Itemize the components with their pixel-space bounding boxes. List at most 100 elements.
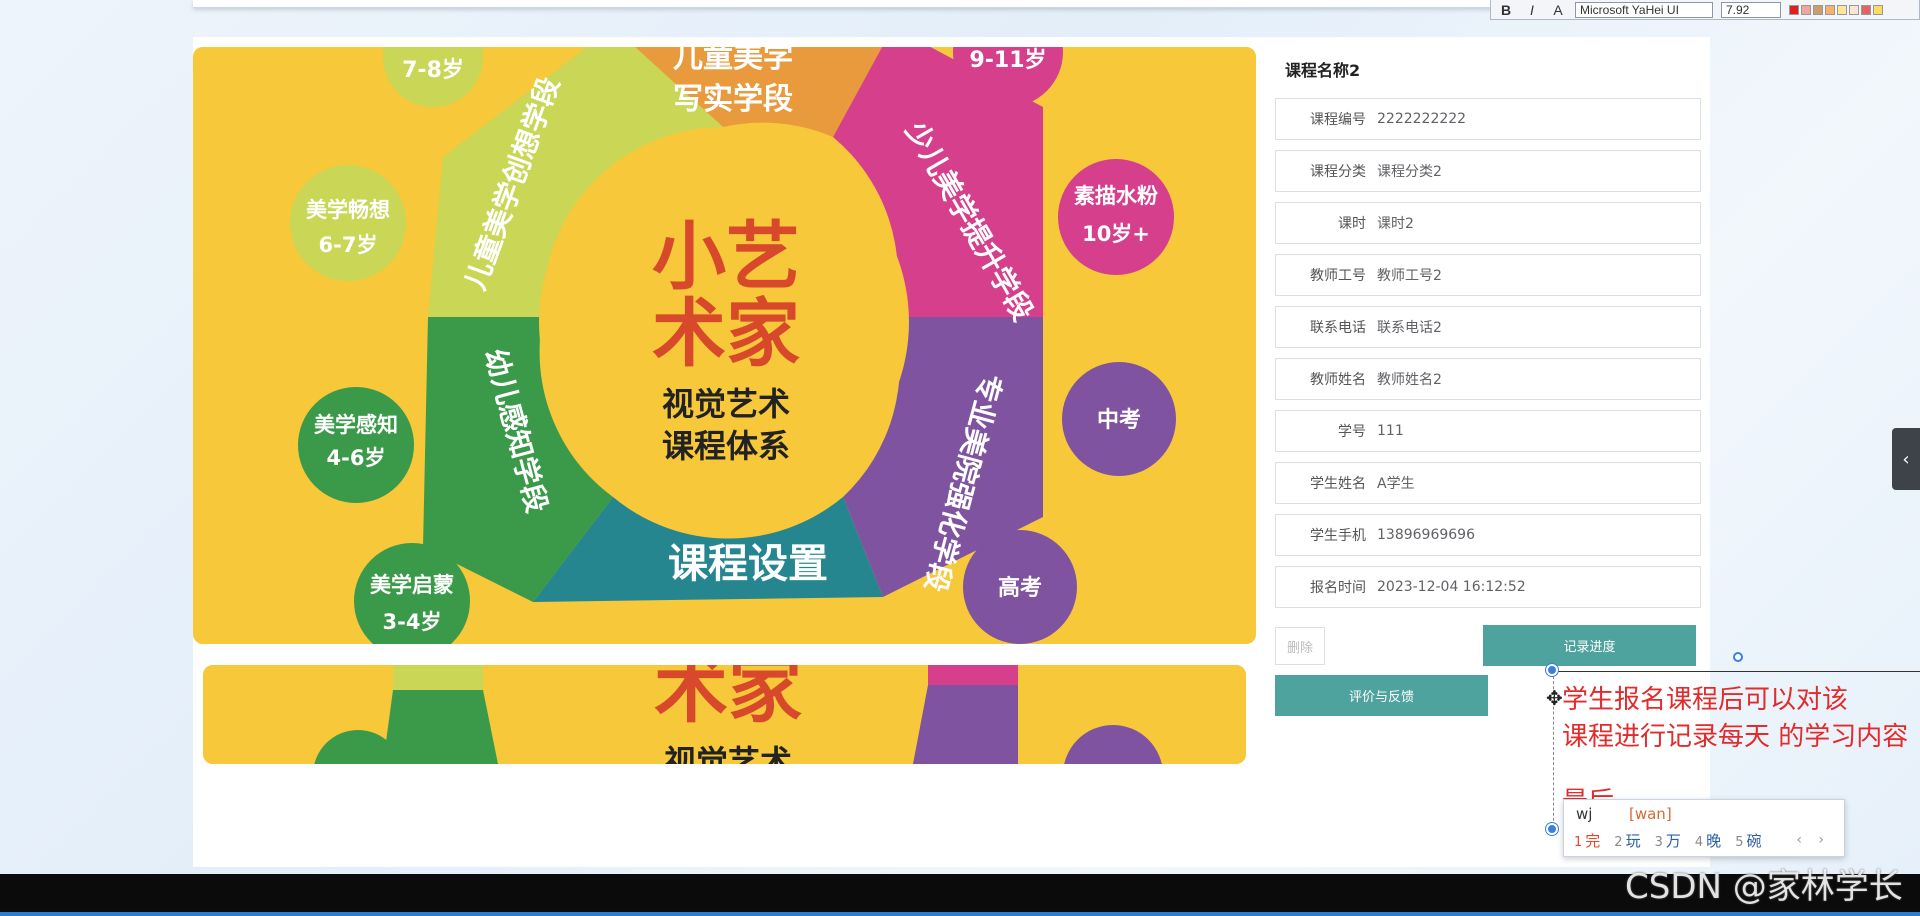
- font-size-select[interactable]: 7.92: [1721, 1, 1781, 18]
- ime-candidate-number: 4: [1694, 835, 1704, 850]
- bubble-qimeng-text: 美学启蒙: [370, 573, 454, 597]
- color-swatches[interactable]: [1789, 4, 1883, 15]
- color-swatch[interactable]: [1861, 4, 1871, 15]
- bubble-911-text: 9-11岁: [969, 47, 1046, 73]
- ime-candidate[interactable]: 2玩: [1614, 830, 1640, 851]
- side-collapse-tab[interactable]: ‹: [1892, 428, 1920, 490]
- ime-candidate-char: 晚: [1706, 832, 1722, 850]
- ime-candidate-popup: wj [wan] 1完2玩3万4晚5碗 ‹ ›: [1563, 799, 1845, 857]
- detail-field-value: 教师姓名2: [1377, 372, 1442, 388]
- thumb-title: 术家: [654, 665, 802, 733]
- rotate-handle[interactable]: [1733, 652, 1743, 662]
- delete-button[interactable]: 删除: [1275, 627, 1325, 665]
- detail-field: 教师工号 教师工号2: [1275, 254, 1701, 296]
- ime-candidate[interactable]: 1完: [1574, 830, 1600, 851]
- detail-field-label: 教师姓名: [1310, 372, 1366, 388]
- taskbar-accent-line: [0, 912, 1920, 916]
- bubble-qimeng-age: 3-4岁: [383, 610, 442, 634]
- resize-handle-bottom-left[interactable]: [1546, 823, 1558, 835]
- resize-handle-top-left[interactable]: [1546, 664, 1558, 676]
- ime-page-nav[interactable]: ‹ ›: [1796, 832, 1830, 848]
- thumb-subtitle: 视觉艺术: [664, 743, 792, 764]
- ime-candidate-char: 碗: [1746, 832, 1762, 850]
- ime-candidate-char: 万: [1665, 832, 1681, 850]
- ime-candidate-number: 1: [1574, 835, 1583, 850]
- bold-button[interactable]: B: [1497, 2, 1515, 18]
- color-swatch[interactable]: [1837, 4, 1847, 15]
- detail-field-value: 课程分类2: [1377, 164, 1442, 180]
- text-format-toolbar: B I A Microsoft YaHei UI 7.92: [1490, 0, 1920, 20]
- record-progress-button[interactable]: 记录进度: [1483, 625, 1696, 666]
- poster-subtitle-line1: 视觉艺术: [662, 385, 790, 423]
- color-swatch[interactable]: [1873, 4, 1883, 15]
- detail-field-value: 教师工号2: [1377, 268, 1442, 284]
- detail-field-value: A学生: [1377, 476, 1415, 492]
- ime-candidate-number: 3: [1654, 835, 1663, 850]
- segment-orange-label: 写实学段: [673, 82, 793, 117]
- detail-field-value: 课时2: [1377, 216, 1414, 232]
- bubble-changxiang: [290, 165, 406, 281]
- ime-candidate-char: 玩: [1625, 832, 1641, 850]
- detail-field-value: 2222222222: [1377, 111, 1467, 127]
- detail-field: 教师姓名 教师姓名2: [1275, 358, 1701, 400]
- watermark: CSDN @家林学长: [1625, 867, 1903, 907]
- color-swatch[interactable]: [1825, 4, 1835, 15]
- ime-candidate[interactable]: 5碗: [1735, 830, 1761, 851]
- detail-field-value: 2023-12-04 16:12:52: [1377, 579, 1526, 595]
- poster-subtitle-line2: 课程体系: [662, 427, 790, 465]
- detail-field-value: 111: [1377, 423, 1404, 439]
- detail-field: 学生手机 13896969696: [1275, 514, 1701, 556]
- color-swatch[interactable]: [1789, 4, 1799, 15]
- poster-title-line2: 术家: [652, 291, 800, 377]
- ime-candidate-number: 5: [1735, 835, 1744, 850]
- detail-field-label: 教师工号: [1310, 268, 1366, 284]
- detail-field-label: 学生姓名: [1310, 476, 1366, 492]
- course-name-title: 课程名称2: [1285, 61, 1361, 80]
- bubble-zhongkao-text: 中考: [1097, 408, 1141, 433]
- detail-field-label: 报名时间: [1310, 580, 1366, 596]
- outline-button[interactable]: A: [1549, 2, 1567, 18]
- color-swatch[interactable]: [1849, 4, 1859, 15]
- annotation-line1: 学生报名课程后可以对该: [1562, 685, 1849, 715]
- detail-field-label: 课程编号: [1310, 112, 1366, 128]
- detail-field: 学号 111: [1275, 410, 1701, 452]
- chevron-left-icon: ‹: [1902, 448, 1910, 470]
- font-select[interactable]: Microsoft YaHei UI: [1575, 1, 1713, 18]
- bubble-changxiang-text: 美学畅想: [306, 198, 390, 222]
- bubble-78-text: 7-8岁: [402, 57, 464, 83]
- detail-field: 课程编号 2222222222: [1275, 98, 1701, 140]
- detail-field-label: 联系电话: [1310, 320, 1366, 336]
- bubble-gaokao-text: 高考: [998, 575, 1042, 601]
- bubble-ganzhi-age: 4-6岁: [327, 446, 386, 470]
- detail-field-label: 课时: [1338, 216, 1366, 232]
- detail-field-label: 课程分类: [1310, 164, 1366, 180]
- detail-field-label: 学生手机: [1310, 528, 1366, 544]
- detail-field: 联系电话 联系电话2: [1275, 306, 1701, 348]
- ime-candidate[interactable]: 4晚: [1695, 830, 1721, 851]
- detail-field-label: 学号: [1338, 424, 1366, 440]
- move-icon[interactable]: ✥: [1546, 686, 1563, 710]
- bubble-sumiao-age: 10岁+: [1082, 222, 1150, 246]
- feedback-button[interactable]: 评价与反馈: [1275, 675, 1488, 716]
- detail-field: 学生姓名 A学生: [1275, 462, 1701, 504]
- course-poster-thumbnail[interactable]: 术家 视觉艺术: [203, 665, 1246, 764]
- ime-candidate[interactable]: 3万: [1655, 830, 1681, 851]
- bubble-ganzhi-text: 美学感知: [314, 413, 398, 437]
- bubble-sumiao: [1058, 159, 1174, 275]
- course-poster-image[interactable]: 小艺 术家 视觉艺术 课程体系 儿童美学 写实学段 少儿美学提升学段 儿童美学创…: [193, 47, 1256, 644]
- bubble-sumiao-text: 素描水粉: [1074, 184, 1158, 208]
- detail-field-value: 联系电话2: [1377, 320, 1442, 336]
- ime-pinyin: [wan]: [1629, 805, 1672, 823]
- detail-field: 课程分类 课程分类2: [1275, 150, 1701, 192]
- bubble-changxiang-age: 6-7岁: [319, 233, 378, 257]
- ime-candidate-char: 完: [1585, 832, 1601, 850]
- ime-composition: wj: [1576, 805, 1593, 823]
- italic-button[interactable]: I: [1523, 2, 1541, 18]
- color-swatch[interactable]: [1813, 4, 1823, 15]
- detail-field: 报名时间 2023-12-04 16:12:52: [1275, 566, 1701, 608]
- segment-teal-label: 课程设置: [668, 541, 828, 587]
- bubble-ganzhi: [298, 387, 414, 503]
- annotation-line2: 课程进行记录每天 的学习内容: [1562, 722, 1909, 752]
- font-select-value: Microsoft YaHei UI: [1580, 2, 1679, 17]
- color-swatch[interactable]: [1801, 4, 1811, 15]
